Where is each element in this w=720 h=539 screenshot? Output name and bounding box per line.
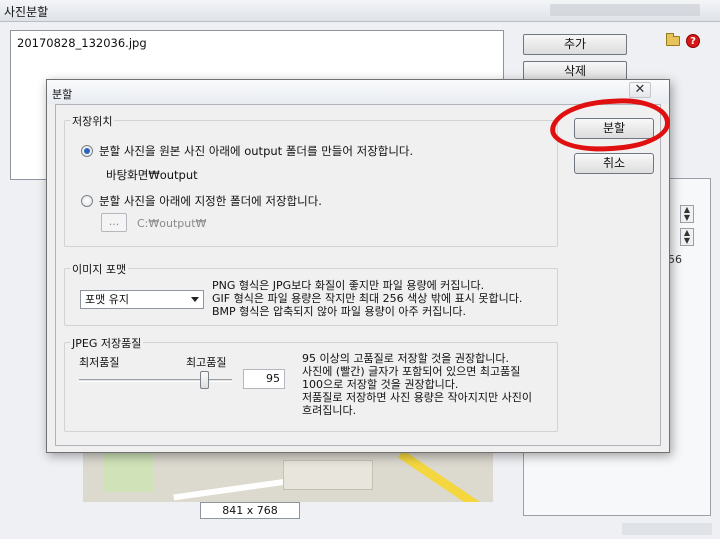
footer-obscured-area — [622, 523, 712, 535]
image-format-label: 이미지 포맷 — [70, 261, 129, 277]
quality-min-label: 최저품질 — [79, 356, 120, 369]
radio-save-original-label: 분할 사진을 원본 사진 아래에 output 폴더를 만들어 저장합니다. — [99, 144, 414, 158]
jpeg-quality-description: 95 이상의 고품질로 저장할 것을 권장합니다. 사진에 (빨간) 글자가 포… — [302, 352, 532, 417]
format-description: PNG 형식은 JPG보다 화질이 좋지만 파일 용량에 커집니다. GIF 형… — [212, 279, 522, 318]
jpeg-quality-group: JPEG 저장품질 최저품질 최고품질 95 95 이상의 고품질로 저장할 것… — [64, 335, 558, 432]
radio-button[interactable] — [81, 195, 93, 207]
radio-save-original[interactable]: 분할 사진을 원본 사진 아래에 output 폴더를 만들어 저장합니다. — [81, 143, 413, 159]
image-dimensions: 841 x 768 — [200, 502, 300, 519]
original-save-path: 바탕화면₩output — [106, 168, 198, 182]
split-dialog: 분할 ✕ 저장위치 분할 사진을 원본 사진 아래에 output 폴더를 만들… — [46, 79, 672, 453]
quality-slider-thumb[interactable] — [199, 371, 209, 389]
titlebar-obscured-area — [550, 4, 700, 16]
add-button[interactable]: 추가 — [523, 34, 627, 55]
map-park — [103, 452, 153, 492]
quality-max-label: 최고품질 — [186, 356, 227, 369]
save-location-label: 저장위치 — [70, 113, 115, 129]
spinner-2[interactable]: ▲ ▼ — [680, 228, 694, 246]
save-location-group: 저장위치 분할 사진을 원본 사진 아래에 output 폴더를 만들어 저장합… — [64, 113, 558, 247]
image-format-group: 이미지 포맷 포맷 유지 PNG 형식은 JPG보다 화질이 좋지만 파일 용량… — [64, 261, 558, 326]
jpeg-quality-label: JPEG 저장품질 — [70, 335, 144, 351]
jpeg-desc-line: 95 이상의 고품질로 저장할 것을 권장합니다. — [302, 352, 510, 365]
format-select-value: 포맷 유지 — [85, 293, 129, 306]
radio-save-custom-label: 분할 사진을 아래에 지정한 폴더에 저장합니다. — [99, 194, 322, 208]
radio-save-custom[interactable]: 분할 사진을 아래에 지정한 폴더에 저장합니다. — [81, 193, 322, 209]
browse-folder-button[interactable]: ... — [101, 213, 127, 232]
cancel-button[interactable]: 취소 — [574, 153, 654, 174]
file-list-item[interactable]: 20170828_132036.jpg — [17, 36, 147, 50]
format-desc-line: GIF 형식은 파일 용량은 작지만 최대 256 색상 밖에 표시 못합니다. — [212, 292, 523, 305]
format-desc-line: BMP 형식은 압축되지 않아 파일 용량이 아주 커집니다. — [212, 305, 467, 318]
format-select[interactable]: 포맷 유지 — [80, 290, 204, 309]
main-titlebar: 사진분할 — [0, 0, 720, 22]
chevron-down-icon[interactable] — [191, 297, 199, 302]
jpeg-desc-line: 100으로 저장할 것을 권장합니다. — [302, 378, 459, 391]
jpeg-desc-line: 흐려집니다. — [302, 404, 357, 417]
jpeg-desc-line: 저품질로 저장하면 사진 용량은 작아지지만 사진이 — [302, 391, 533, 404]
dialog-titlebar: 분할 ✕ — [47, 80, 669, 104]
format-desc-line: PNG 형식은 JPG보다 화질이 좋지만 파일 용량에 커집니다. — [212, 279, 485, 292]
close-icon[interactable]: ✕ — [629, 82, 651, 98]
dialog-title: 분할 — [52, 88, 73, 101]
help-icon[interactable]: ? — [686, 34, 700, 48]
radio-button-checked[interactable] — [81, 145, 93, 157]
map-building — [283, 460, 373, 490]
quality-value: 95 — [243, 369, 285, 389]
spinner-1[interactable]: ▲ ▼ — [680, 205, 694, 223]
custom-save-path: C:₩output₩ — [137, 217, 207, 230]
map-road — [397, 450, 486, 502]
quality-slider-track[interactable] — [79, 379, 232, 382]
main-window-title: 사진분할 — [4, 5, 49, 19]
side-value: 56 — [668, 253, 682, 266]
jpeg-desc-line: 사진에 (빨간) 글자가 포함되어 있으면 최고품질 — [302, 365, 521, 378]
open-folder-icon[interactable] — [666, 33, 680, 46]
